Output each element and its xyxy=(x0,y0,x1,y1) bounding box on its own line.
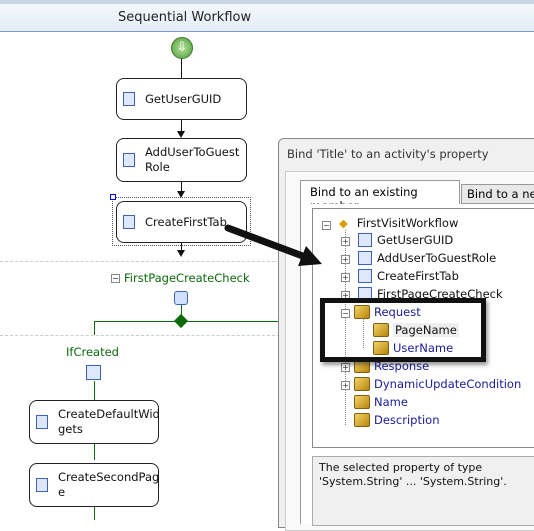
property-icon xyxy=(354,413,370,427)
property-icon xyxy=(354,377,370,391)
code-activity-icon xyxy=(123,215,135,229)
tree-item[interactable]: GetUserGUID xyxy=(358,233,453,247)
workflow-icon: ◆ xyxy=(339,216,348,230)
activity-icon xyxy=(358,269,372,283)
collapse-icon[interactable]: − xyxy=(111,274,120,283)
activity-createdefaultwidgets[interactable]: CreateDefaultWid gets xyxy=(29,400,160,444)
tree-item[interactable]: Name xyxy=(354,395,408,409)
code-activity-icon xyxy=(36,415,48,429)
code-activity-icon xyxy=(123,92,135,106)
activity-getuserguid[interactable]: GetUserGUID xyxy=(116,78,247,120)
ifelse-icon xyxy=(174,291,188,305)
tab-new-member[interactable]: Bind to a new member xyxy=(461,184,534,204)
tree-item[interactable]: Description xyxy=(354,413,440,427)
tree-item[interactable]: AddUserToGuestRole xyxy=(358,251,496,265)
property-icon xyxy=(354,395,370,409)
designer-title: Sequential Workflow xyxy=(118,10,252,25)
designer-header: Sequential Workflow xyxy=(0,0,534,32)
branch-icon xyxy=(86,365,101,380)
activity-addusertoguestrole[interactable]: AddUserToGuest Role xyxy=(116,138,247,182)
start-icon: ⇩ xyxy=(171,37,193,59)
branch-diamond xyxy=(173,313,189,329)
activity-icon xyxy=(358,251,372,265)
code-activity-icon xyxy=(123,153,135,167)
ifelse-label: FirstPageCreateCheck xyxy=(124,271,250,285)
activity-icon xyxy=(358,233,372,247)
branch-label: IfCreated xyxy=(66,345,119,359)
tree-root[interactable]: ◆ FirstVisitWorkflow xyxy=(339,216,458,230)
tree-item[interactable]: DynamicUpdateCondition xyxy=(354,377,521,391)
highlight-box xyxy=(320,298,486,362)
description-box: The selected property of type 'System.St… xyxy=(312,456,534,526)
activity-createsecondpage[interactable]: CreateSecondPag e xyxy=(29,463,159,507)
code-activity-icon xyxy=(36,478,48,492)
tree-item[interactable]: CreateFirstTab xyxy=(358,269,459,283)
annotation-arrow xyxy=(224,224,322,266)
tab-existing-member[interactable]: Bind to an existing member xyxy=(300,180,460,213)
selection-handle[interactable] xyxy=(110,194,116,200)
dialog-title: Bind 'Title' to an activity's property xyxy=(287,147,489,161)
